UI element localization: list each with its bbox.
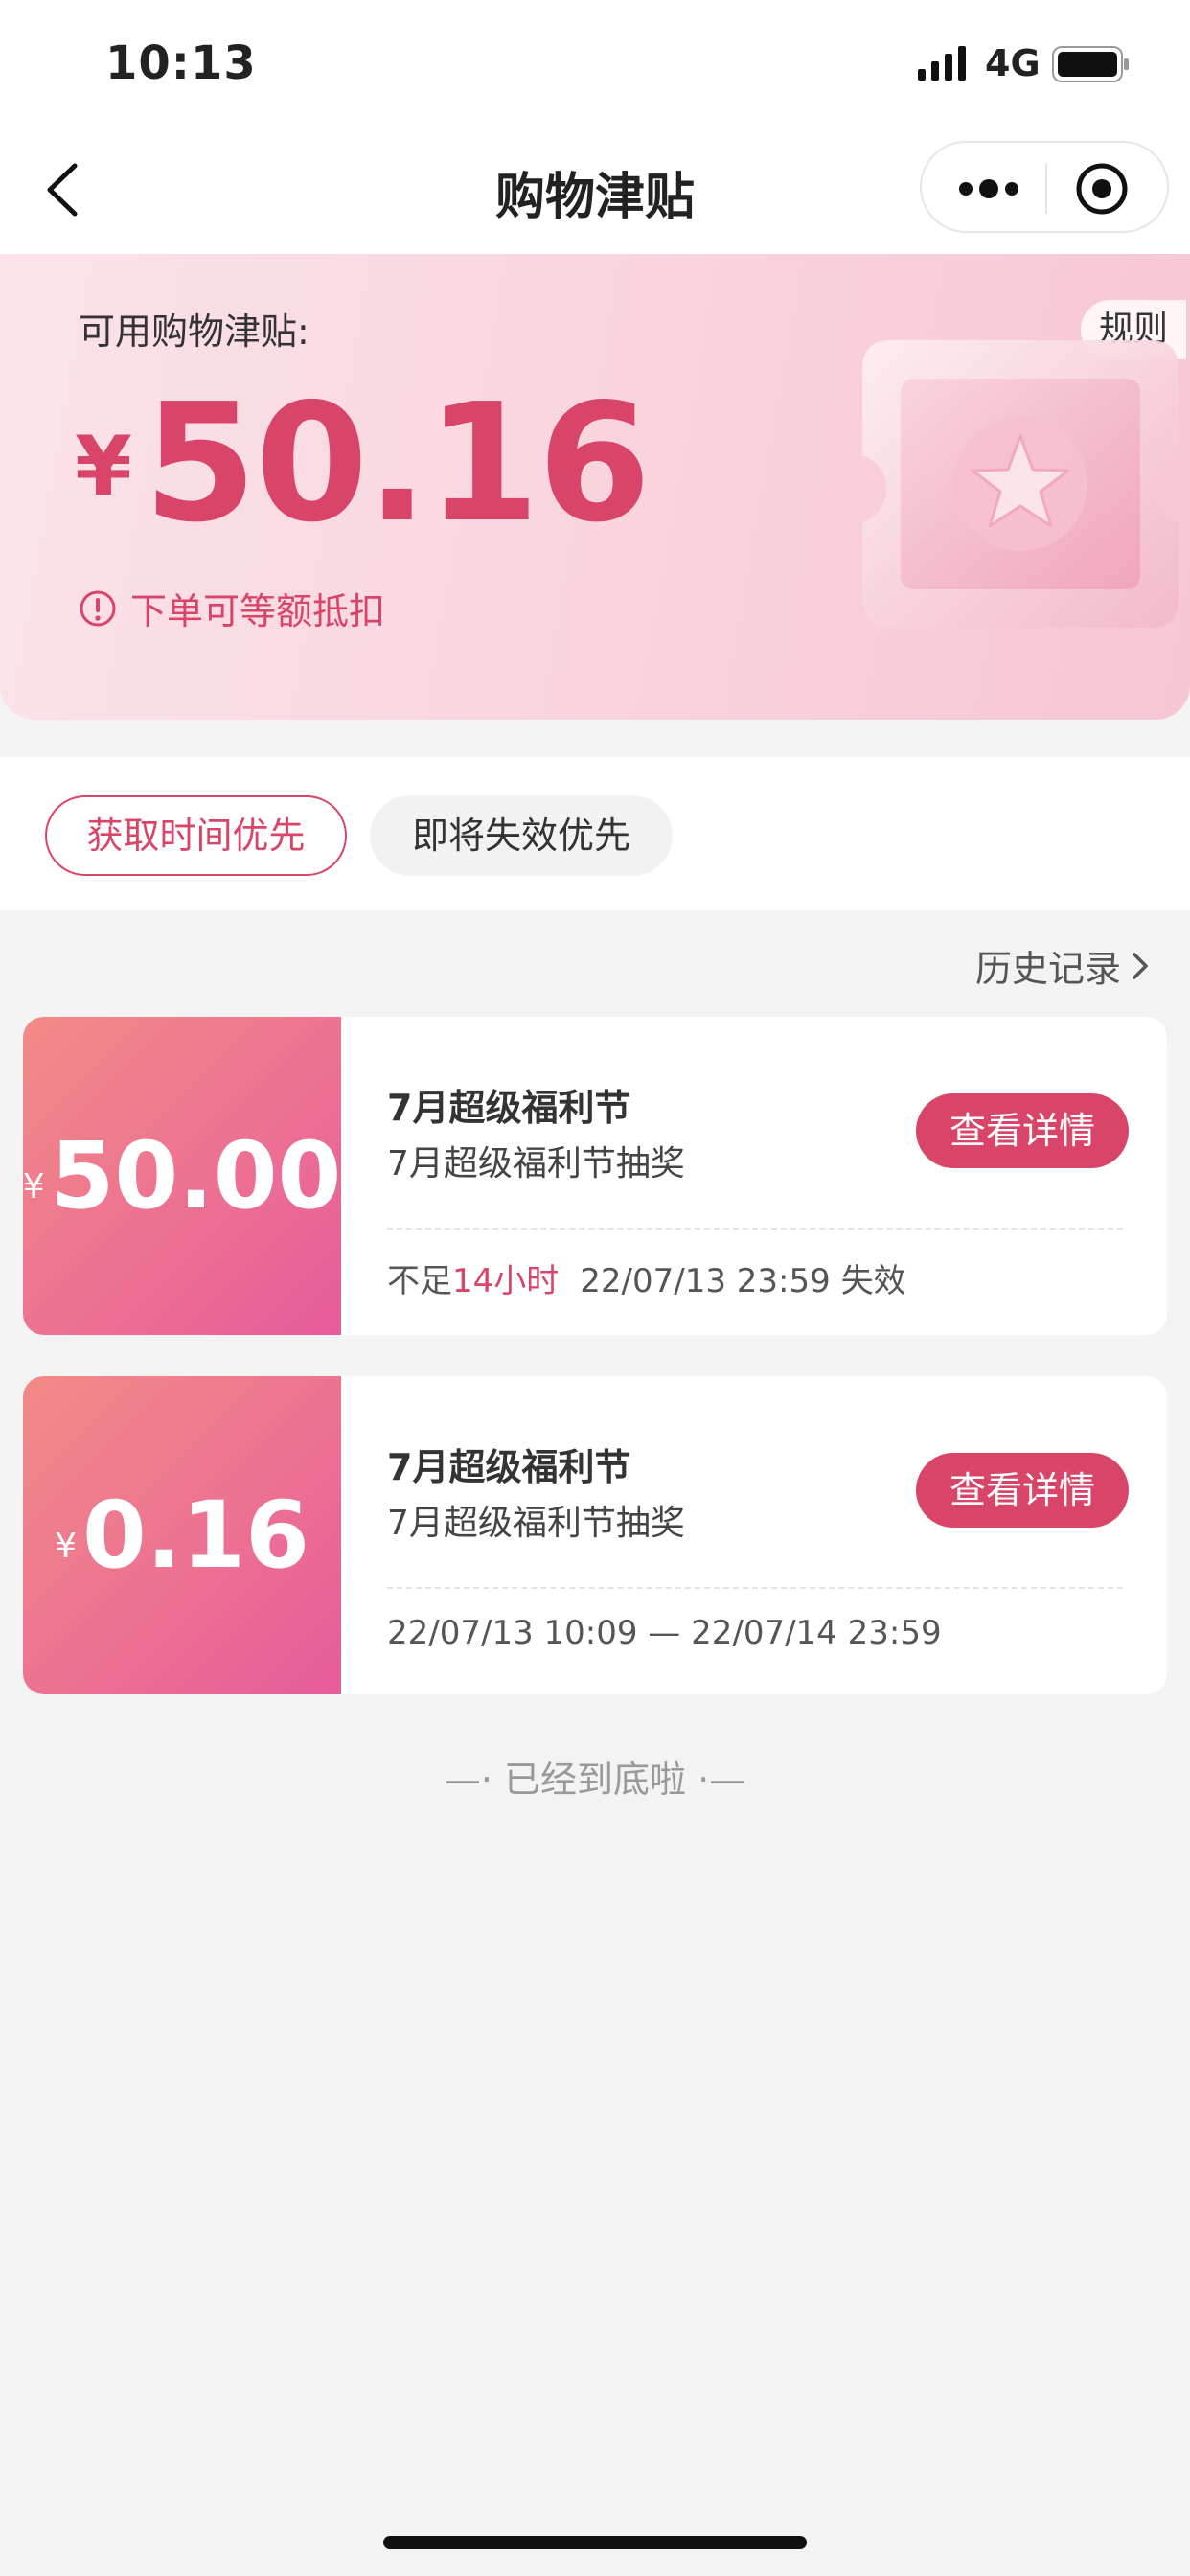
sort-by-acquired-time[interactable]: 获取时间优先 [45, 795, 347, 876]
history-link[interactable]: 历史记录 [975, 939, 1152, 992]
card-info: 7月超级福利节 7月超级福利节抽奖 查看详情 22/07/13 10:09 — … [341, 1376, 1167, 1694]
expiry-prefix: 不足 [387, 1262, 452, 1300]
home-indicator [383, 2536, 807, 2549]
allowance-card: ¥ 0.16 7月超级福利节 7月超级福利节抽奖 查看详情 22/07/13 1… [23, 1376, 1167, 1694]
allowance-card: ¥ 50.00 7月超级福利节 7月超级福利节抽奖 查看详情 不足14小时 22/… [23, 1017, 1167, 1335]
card-validity: 不足14小时 22/07/13 23:59 失效 [387, 1254, 906, 1301]
close-target-icon[interactable] [1071, 158, 1133, 219]
signal-icon [918, 46, 966, 80]
card-subtitle: 7月超级福利节抽奖 [387, 1144, 685, 1184]
card-currency: ¥ [55, 1526, 78, 1566]
card-value: 50.00 [50, 1122, 342, 1230]
card-title: 7月超级福利节 [387, 1446, 631, 1488]
capsule-divider [1045, 164, 1047, 214]
allowance-label: 可用购物津贴: [79, 310, 309, 353]
ticket-star-icon [862, 340, 1179, 628]
history-label: 历史记录 [975, 948, 1122, 990]
amount-value: 50.16 [143, 369, 652, 559]
status-bar: 10:13 4G [0, 0, 1190, 129]
allowance-amount: ¥50.16 [75, 369, 652, 559]
end-of-list-text: —· 已经到底啦 ·— [444, 1759, 746, 1801]
expiry-date: 22/07/13 23:59 失效 [580, 1262, 906, 1300]
status-time: 10:13 [105, 36, 257, 90]
card-amount-panel: ¥ 0.16 [23, 1376, 341, 1694]
card-title: 7月超级福利节 [387, 1087, 631, 1129]
card-divider [387, 1587, 1123, 1589]
info-icon [80, 590, 116, 626]
card-subtitle: 7月超级福利节抽奖 [387, 1504, 685, 1543]
allowance-banner: 可用购物津贴: 规则 ¥50.16 下单可等额抵扣 [0, 254, 1190, 720]
expiry-countdown: 14小时 [452, 1262, 560, 1300]
currency-symbol: ¥ [75, 419, 132, 515]
battery-icon [1052, 46, 1129, 82]
chevron-right-icon [1133, 952, 1148, 979]
card-value: 0.16 [82, 1482, 309, 1589]
network-type: 4G [985, 42, 1041, 84]
card-amount-panel: ¥ 50.00 [23, 1017, 341, 1335]
card-info: 7月超级福利节 7月超级福利节抽奖 查看详情 不足14小时 22/07/13 23… [341, 1017, 1167, 1335]
deduct-hint: 下单可等额抵扣 [79, 582, 385, 634]
hint-text: 下单可等额抵扣 [130, 590, 386, 632]
sort-bar: 获取时间优先 即将失效优先 [0, 757, 1190, 910]
more-icon[interactable] [950, 162, 1027, 216]
view-details-button[interactable]: 查看详情 [916, 1093, 1129, 1168]
validity-range: 22/07/13 10:09 — 22/07/14 23:59 [387, 1614, 942, 1652]
sort-by-expiring-soon[interactable]: 即将失效优先 [370, 795, 673, 876]
view-details-button[interactable]: 查看详情 [916, 1453, 1129, 1528]
nav-bar: 购物津贴 [0, 129, 1190, 254]
card-divider [387, 1228, 1123, 1230]
card-validity: 22/07/13 10:09 — 22/07/14 23:59 [387, 1614, 942, 1652]
card-currency: ¥ [23, 1166, 45, 1207]
mini-program-capsule [920, 141, 1169, 233]
